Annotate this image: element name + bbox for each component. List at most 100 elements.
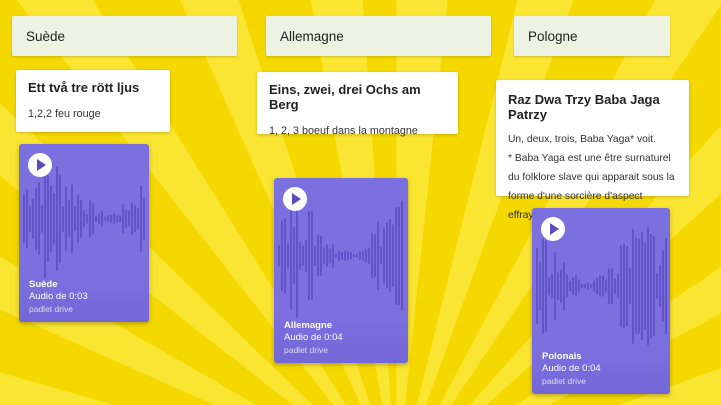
column-header-allemagne[interactable]: Allemagne <box>266 16 491 56</box>
waveform-bar <box>59 174 61 263</box>
waveform-bar <box>104 216 106 221</box>
waveform-bar <box>35 187 37 250</box>
waveform-bar <box>563 262 565 311</box>
waveform-bar <box>551 273 553 299</box>
waveform-bar <box>50 185 52 252</box>
waveform-bar <box>590 284 592 288</box>
waveform-bar <box>143 198 145 240</box>
waveform-bar <box>68 200 70 237</box>
waveform-bar <box>599 275 601 297</box>
waveform-bar <box>566 274 568 298</box>
waveform-bar <box>569 280 571 292</box>
waveform-bar <box>611 268 613 304</box>
waveform-bar <box>314 245 316 266</box>
audio-name: Polonais <box>542 351 582 362</box>
audio-meta: Polonais Audio de 0:04 padlet drive <box>532 345 670 394</box>
waveform-bar <box>62 206 64 232</box>
waveform-bar <box>377 221 379 290</box>
note-card-suede[interactable]: Ett två tre rött ljus 1,2,2 feu rouge <box>16 70 170 132</box>
waveform-bar <box>323 247 325 264</box>
waveform-bar <box>608 268 610 304</box>
waveform-bar <box>638 238 640 334</box>
play-button[interactable] <box>541 217 565 241</box>
waveform-bar <box>281 220 283 291</box>
waveform-bar <box>80 200 82 238</box>
waveform-bar <box>128 211 130 227</box>
waveform-bar <box>371 233 373 279</box>
column-header-label: Allemagne <box>280 28 344 44</box>
waveform-bar <box>77 194 79 243</box>
waveform-bar <box>140 185 142 252</box>
waveform-bar <box>347 251 349 260</box>
waveform-bar <box>116 215 118 223</box>
waveform-bar <box>602 275 604 297</box>
waveform-bar <box>623 244 625 329</box>
waveform-bar <box>635 238 637 334</box>
waveform-bar <box>89 200 91 238</box>
waveform-bar <box>656 273 658 299</box>
audio-meta: Allemagne Audio de 0:04 padlet drive <box>274 314 408 363</box>
waveform-bar <box>542 238 544 334</box>
waveform-bar <box>650 233 652 339</box>
play-button[interactable] <box>28 153 52 177</box>
waveform-bar <box>113 213 115 225</box>
waveform-bar <box>374 234 376 278</box>
waveform-bar <box>287 243 289 269</box>
waveform-bar <box>293 227 295 285</box>
waveform-bar <box>641 232 643 341</box>
waveform-bar <box>71 184 73 253</box>
waveform-bar <box>617 273 619 299</box>
waveform-bar <box>380 246 382 265</box>
waveform-bar <box>536 248 538 325</box>
waveform-bar <box>389 219 391 293</box>
waveform-bar <box>548 276 550 296</box>
waveform-bar <box>95 215 97 222</box>
waveform-bar <box>290 202 292 310</box>
waveform-bar <box>554 252 556 320</box>
waveform-bar <box>626 246 628 327</box>
waveform-bar <box>659 265 661 308</box>
waveform-bar <box>653 236 655 337</box>
waveform-bar <box>560 269 562 303</box>
audio-duration: Audio de 0:03 <box>29 291 88 302</box>
waveform-bar <box>644 242 646 330</box>
waveform-bar <box>647 227 649 346</box>
waveform-bar <box>326 244 328 267</box>
play-icon <box>37 159 46 171</box>
waveform-bar <box>311 211 313 301</box>
note-title: Eins, zwei, drei Ochs am Berg <box>269 82 421 112</box>
play-icon <box>550 223 559 235</box>
waveform-bar <box>395 207 397 305</box>
waveform-bar <box>53 193 55 245</box>
waveform-bar <box>47 175 49 263</box>
waveform-bar <box>335 253 337 258</box>
waveform-bar <box>26 189 28 249</box>
column-header-pologne[interactable]: Pologne <box>514 16 670 56</box>
waveform-bar <box>38 182 40 255</box>
waveform-bar <box>308 211 310 300</box>
note-title: Raz Dwa Trzy Baba Jaga Patrzy <box>508 92 660 122</box>
note-title: Ett två tre rött ljus <box>28 80 140 95</box>
waveform-bar <box>665 238 667 335</box>
column-header-suede[interactable]: Suède <box>12 16 237 56</box>
audio-card-suede[interactable]: Suède Audio de 0:03 padlet drive <box>19 144 149 322</box>
waveform-bar <box>581 284 583 289</box>
note-card-allemagne[interactable]: Eins, zwei, drei Ochs am Berg 1, 2, 3 bo… <box>257 72 458 137</box>
note-card-pologne[interactable]: Raz Dwa Trzy Baba Jaga Patrzy Un, deux, … <box>496 80 689 221</box>
waveform-bar <box>575 275 577 297</box>
waveform-bar <box>353 254 355 258</box>
waveform-bar <box>344 250 346 261</box>
audio-source: padlet drive <box>29 304 73 314</box>
audio-card-pologne[interactable]: Polonais Audio de 0:04 padlet drive <box>532 208 670 394</box>
waveform-bar <box>296 193 298 318</box>
waveform-bar <box>44 159 46 278</box>
waveform-bar <box>578 279 580 293</box>
waveform-bar <box>23 194 25 243</box>
waveform-bar <box>539 261 541 311</box>
audio-card-allemagne[interactable]: Allemagne Audio de 0:04 padlet drive <box>274 178 408 363</box>
waveform-bar <box>584 284 586 289</box>
play-button[interactable] <box>283 187 307 211</box>
waveform-bar <box>137 208 139 229</box>
waveform-bar <box>359 251 361 260</box>
note-body: 1,2,2 feu rouge <box>28 108 101 120</box>
